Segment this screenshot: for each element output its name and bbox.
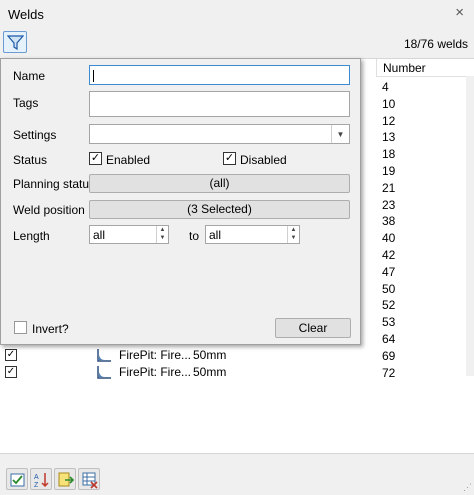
toolbar: 18/76 welds bbox=[0, 28, 474, 58]
filter-icon bbox=[7, 35, 24, 51]
number-cell[interactable]: 38 bbox=[382, 213, 395, 230]
length-to-value: all bbox=[209, 228, 222, 242]
select-all-icon bbox=[10, 473, 25, 487]
status-disabled-label: Disabled bbox=[240, 153, 287, 167]
filter-popup: Name Tags Settings ▼ Status ✓ Enabled ✓ … bbox=[0, 58, 361, 345]
status-label: Status bbox=[13, 153, 48, 167]
number-cell[interactable]: 21 bbox=[382, 180, 395, 197]
settings-grid-icon bbox=[82, 472, 98, 489]
number-cell[interactable]: 40 bbox=[382, 230, 395, 247]
window-title: Welds bbox=[8, 7, 44, 22]
tags-label: Tags bbox=[13, 96, 39, 110]
length-to-spinbox[interactable]: all ▲ ▼ bbox=[205, 225, 300, 244]
number-cell[interactable]: 10 bbox=[382, 96, 395, 113]
number-cell[interactable]: 18 bbox=[382, 146, 395, 163]
spin-arrows-icon[interactable]: ▲ ▼ bbox=[287, 226, 299, 243]
weld-count: 18/76 welds bbox=[403, 37, 468, 51]
number-cell[interactable]: 23 bbox=[382, 197, 395, 214]
svg-text:Z: Z bbox=[34, 482, 39, 489]
export-icon bbox=[58, 472, 75, 487]
length-label: Length bbox=[13, 229, 50, 243]
number-cell[interactable]: 64 bbox=[382, 331, 395, 348]
number-cell[interactable]: 52 bbox=[382, 297, 395, 314]
spin-arrows-icon[interactable]: ▲ ▼ bbox=[156, 226, 168, 243]
status-enabled-checkbox[interactable]: ✓ bbox=[89, 152, 102, 165]
length-from-value: all bbox=[93, 228, 106, 242]
text-caret bbox=[93, 70, 94, 82]
number-cell[interactable]: 13 bbox=[382, 129, 395, 146]
status-disabled-checkbox[interactable]: ✓ bbox=[223, 152, 236, 165]
column-header-number[interactable]: Number bbox=[376, 59, 474, 77]
length-from-spinbox[interactable]: all ▲ ▼ bbox=[89, 225, 169, 244]
planning-status-label: Planning status bbox=[13, 177, 96, 191]
fillet-weld-icon bbox=[97, 349, 111, 362]
invert-checkbox[interactable] bbox=[14, 321, 27, 334]
length-to-label: to bbox=[189, 229, 200, 243]
number-cell[interactable]: 47 bbox=[382, 264, 395, 281]
table-row[interactable]: ✓ FirePit: Fire... 50mm bbox=[0, 347, 474, 364]
settings-label: Settings bbox=[13, 128, 57, 142]
status-enabled-label: Enabled bbox=[106, 153, 151, 167]
row-checkbox[interactable]: ✓ bbox=[5, 349, 17, 361]
close-icon[interactable]: × bbox=[455, 4, 464, 21]
name-label: Name bbox=[13, 69, 46, 83]
number-cell[interactable]: 19 bbox=[382, 163, 395, 180]
fillet-weld-icon bbox=[97, 366, 111, 379]
name-input[interactable] bbox=[89, 65, 350, 85]
weld-position-button[interactable]: (3 Selected) bbox=[89, 200, 350, 219]
tags-input[interactable] bbox=[89, 91, 350, 117]
filter-button[interactable] bbox=[3, 31, 27, 53]
weld-position-label: Weld position bbox=[13, 203, 85, 217]
number-cell[interactable]: 50 bbox=[382, 281, 395, 298]
row-length: 50mm bbox=[193, 365, 227, 379]
invert-label: Invert? bbox=[32, 322, 69, 336]
resize-grip-icon[interactable]: ⋰ bbox=[463, 482, 472, 493]
planning-status-button[interactable]: (all) bbox=[89, 174, 350, 193]
chevron-down-icon[interactable]: ▼ bbox=[331, 125, 349, 143]
row-checkbox[interactable]: ✓ bbox=[5, 366, 17, 378]
number-cell[interactable]: 12 bbox=[382, 113, 395, 130]
table-row[interactable]: ✓ FirePit: Fire... 50mm bbox=[0, 364, 474, 381]
clear-button[interactable]: Clear bbox=[275, 318, 351, 338]
select-all-button[interactable] bbox=[6, 468, 28, 490]
row-length: 50mm bbox=[193, 348, 227, 362]
bottom-toolbar: A Z ⋰ bbox=[0, 453, 474, 495]
vertical-scrollbar[interactable] bbox=[466, 76, 474, 376]
export-button[interactable] bbox=[54, 468, 76, 490]
row-name: FirePit: Fire... bbox=[119, 348, 192, 362]
settings-combo[interactable]: ▼ bbox=[89, 124, 350, 144]
settings-grid-button[interactable] bbox=[78, 468, 100, 490]
number-cell[interactable]: 53 bbox=[382, 314, 395, 331]
number-cell[interactable]: 42 bbox=[382, 247, 395, 264]
row-name: FirePit: Fire... bbox=[119, 365, 192, 379]
sort-button[interactable]: A Z bbox=[30, 468, 52, 490]
svg-text:A: A bbox=[34, 474, 39, 481]
sort-icon: A Z bbox=[34, 473, 49, 489]
title-bar: Welds × bbox=[0, 0, 474, 28]
number-cell[interactable]: 4 bbox=[382, 79, 389, 96]
